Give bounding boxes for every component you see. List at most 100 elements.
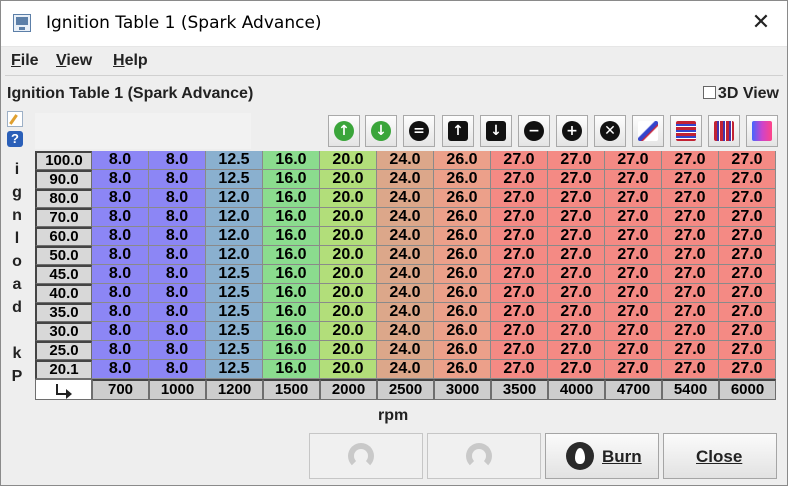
table-cell[interactable]: 27.0 bbox=[605, 208, 662, 227]
table-cell[interactable]: 16.0 bbox=[263, 246, 320, 265]
table-cell[interactable]: 8.0 bbox=[149, 360, 206, 379]
table-cell[interactable]: 27.0 bbox=[548, 246, 605, 265]
table-cell[interactable]: 27.0 bbox=[605, 322, 662, 341]
rpm-bin-cell[interactable]: 5400 bbox=[662, 379, 719, 400]
table-cell[interactable]: 27.0 bbox=[548, 322, 605, 341]
table-cell[interactable]: 24.0 bbox=[377, 360, 434, 379]
table-cell[interactable]: 26.0 bbox=[434, 303, 491, 322]
table-cell[interactable]: 20.0 bbox=[320, 189, 377, 208]
rpm-bin-cell[interactable]: 6000 bbox=[719, 379, 776, 400]
redo-button[interactable] bbox=[427, 433, 541, 479]
table-cell[interactable]: 27.0 bbox=[491, 151, 548, 170]
table-cell[interactable]: 26.0 bbox=[434, 170, 491, 189]
table-cell[interactable]: 27.0 bbox=[719, 265, 776, 284]
table-cell[interactable]: 27.0 bbox=[662, 227, 719, 246]
table-cell[interactable]: 27.0 bbox=[491, 360, 548, 379]
table-cell[interactable]: 16.0 bbox=[263, 341, 320, 360]
table-cell[interactable]: 27.0 bbox=[605, 170, 662, 189]
table-cell[interactable]: 27.0 bbox=[491, 227, 548, 246]
table-cell[interactable]: 27.0 bbox=[548, 208, 605, 227]
table-cell[interactable]: 27.0 bbox=[605, 246, 662, 265]
table-cell[interactable]: 8.0 bbox=[149, 208, 206, 227]
table-cell[interactable]: 27.0 bbox=[491, 170, 548, 189]
table-cell[interactable]: 8.0 bbox=[92, 246, 149, 265]
table-cell[interactable]: 24.0 bbox=[377, 284, 434, 303]
rpm-bin-cell[interactable]: 4700 bbox=[605, 379, 662, 400]
table-cell[interactable]: 20.0 bbox=[320, 360, 377, 379]
table-cell[interactable]: 16.0 bbox=[263, 303, 320, 322]
help-icon[interactable]: ? bbox=[7, 131, 23, 147]
table-cell[interactable]: 27.0 bbox=[662, 151, 719, 170]
table-cell[interactable]: 26.0 bbox=[434, 265, 491, 284]
table-cell[interactable]: 27.0 bbox=[719, 189, 776, 208]
table-cell[interactable]: 26.0 bbox=[434, 227, 491, 246]
table-cell[interactable]: 8.0 bbox=[92, 170, 149, 189]
table-cell[interactable]: 27.0 bbox=[491, 265, 548, 284]
table-cell[interactable]: 20.0 bbox=[320, 170, 377, 189]
load-bin-cell[interactable]: 80.0 bbox=[35, 189, 92, 208]
table-cell[interactable]: 27.0 bbox=[491, 208, 548, 227]
table-cell[interactable]: 27.0 bbox=[548, 265, 605, 284]
load-bin-cell[interactable]: 45.0 bbox=[35, 265, 92, 284]
table-cell[interactable]: 27.0 bbox=[605, 151, 662, 170]
burn-button[interactable]: Burn bbox=[545, 433, 659, 479]
rpm-bin-cell[interactable]: 3000 bbox=[434, 379, 491, 400]
table-cell[interactable]: 8.0 bbox=[92, 151, 149, 170]
load-bin-cell[interactable]: 60.0 bbox=[35, 227, 92, 246]
table-cell[interactable]: 27.0 bbox=[719, 322, 776, 341]
menu-view[interactable]: View bbox=[56, 52, 92, 70]
table-cell[interactable]: 27.0 bbox=[548, 151, 605, 170]
load-bin-cell[interactable]: 50.0 bbox=[35, 246, 92, 265]
table-cell[interactable]: 20.0 bbox=[320, 322, 377, 341]
table-cell[interactable]: 8.0 bbox=[92, 322, 149, 341]
table-cell[interactable]: 24.0 bbox=[377, 189, 434, 208]
set-equal-button[interactable]: = bbox=[403, 115, 435, 147]
table-cell[interactable]: 8.0 bbox=[149, 151, 206, 170]
table-cell[interactable]: 8.0 bbox=[149, 341, 206, 360]
table-cell[interactable]: 27.0 bbox=[662, 360, 719, 379]
table-cell[interactable]: 8.0 bbox=[149, 303, 206, 322]
rpm-bin-cell[interactable]: 3500 bbox=[491, 379, 548, 400]
table-cell[interactable]: 20.0 bbox=[320, 227, 377, 246]
table-cell[interactable]: 27.0 bbox=[548, 360, 605, 379]
table-cell[interactable]: 27.0 bbox=[662, 303, 719, 322]
table-cell[interactable]: 8.0 bbox=[149, 322, 206, 341]
table-cell[interactable]: 27.0 bbox=[491, 189, 548, 208]
table-cell[interactable]: 20.0 bbox=[320, 246, 377, 265]
load-bin-cell[interactable]: 35.0 bbox=[35, 303, 92, 322]
table-cell[interactable]: 27.0 bbox=[719, 303, 776, 322]
table-cell[interactable]: 12.5 bbox=[206, 151, 263, 170]
table-cell[interactable]: 27.0 bbox=[491, 322, 548, 341]
table-cell[interactable]: 27.0 bbox=[605, 341, 662, 360]
rpm-bin-cell[interactable]: 1200 bbox=[206, 379, 263, 400]
table-cell[interactable]: 8.0 bbox=[92, 189, 149, 208]
table-cell[interactable]: 27.0 bbox=[548, 341, 605, 360]
table-cell[interactable]: 26.0 bbox=[434, 189, 491, 208]
table-cell[interactable]: 26.0 bbox=[434, 360, 491, 379]
table-cell[interactable]: 27.0 bbox=[662, 170, 719, 189]
table-cell[interactable]: 27.0 bbox=[548, 284, 605, 303]
interpolate-button[interactable] bbox=[632, 115, 664, 147]
table-cell[interactable]: 27.0 bbox=[662, 246, 719, 265]
table-cell[interactable]: 8.0 bbox=[149, 284, 206, 303]
table-cell[interactable]: 24.0 bbox=[377, 208, 434, 227]
table-cell[interactable]: 27.0 bbox=[605, 189, 662, 208]
table-cell[interactable]: 26.0 bbox=[434, 151, 491, 170]
table-cell[interactable]: 24.0 bbox=[377, 227, 434, 246]
table-cell[interactable]: 27.0 bbox=[491, 246, 548, 265]
table-cell[interactable]: 24.0 bbox=[377, 265, 434, 284]
table-cell[interactable]: 12.5 bbox=[206, 322, 263, 341]
shift-down-button[interactable]: ↓ bbox=[480, 115, 512, 147]
checkbox-box[interactable] bbox=[702, 86, 716, 99]
table-cell[interactable]: 12.0 bbox=[206, 227, 263, 246]
plus-button[interactable]: + bbox=[556, 115, 588, 147]
table-cell[interactable]: 8.0 bbox=[149, 246, 206, 265]
table-cell[interactable]: 16.0 bbox=[263, 360, 320, 379]
table-cell[interactable]: 27.0 bbox=[605, 360, 662, 379]
table-cell[interactable]: 20.0 bbox=[320, 341, 377, 360]
menu-help[interactable]: Help bbox=[113, 52, 148, 70]
table-cell[interactable]: 12.5 bbox=[206, 265, 263, 284]
load-bin-cell[interactable]: 25.0 bbox=[35, 341, 92, 360]
table-cell[interactable]: 12.0 bbox=[206, 189, 263, 208]
table-cell[interactable]: 20.0 bbox=[320, 265, 377, 284]
